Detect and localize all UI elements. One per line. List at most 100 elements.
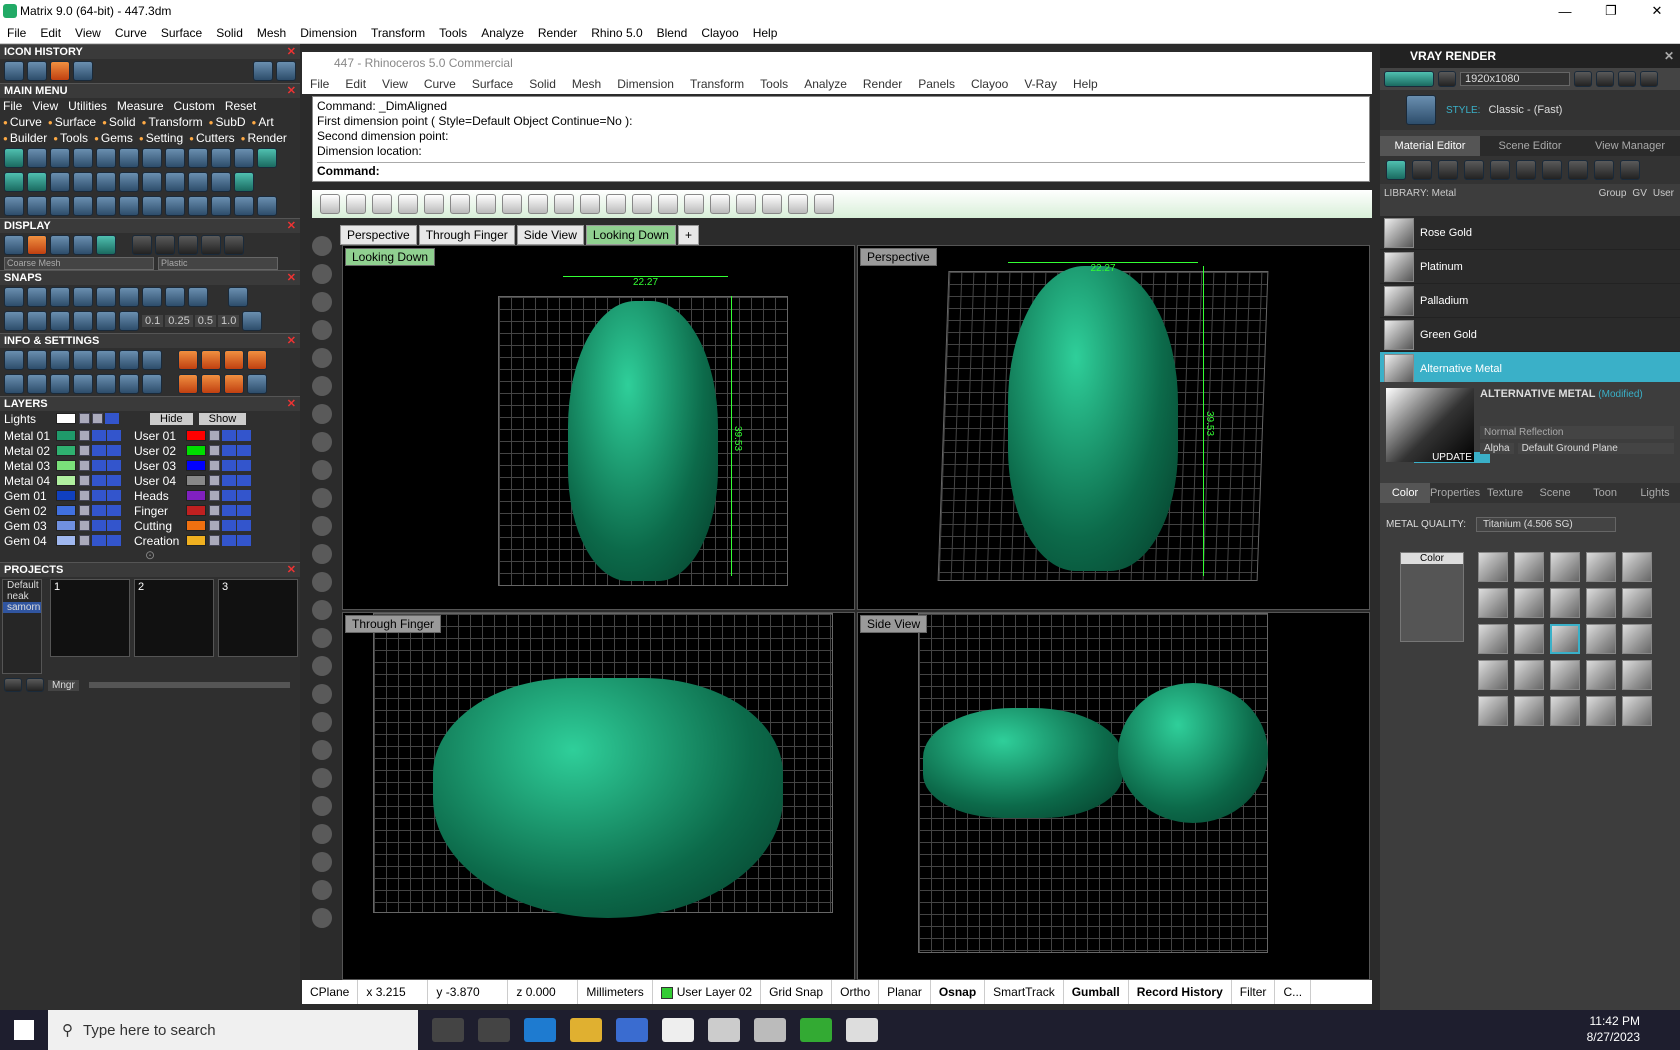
manager-button[interactable]: Mngr — [48, 679, 79, 691]
project-thumbnail[interactable]: 1 — [50, 579, 130, 657]
status-toggle[interactable]: Osnap — [931, 980, 986, 1004]
builder-item-2[interactable]: Solid — [102, 115, 136, 129]
metal-swatch[interactable] — [1622, 660, 1652, 690]
layer-row[interactable]: User 02 — [130, 443, 252, 458]
add-tab-icon[interactable]: + — [677, 225, 699, 245]
print-icon[interactable] — [107, 535, 121, 546]
rhino-icon[interactable] — [754, 1018, 786, 1042]
side-tool-icon[interactable] — [312, 460, 332, 480]
matrix-icon[interactable] — [800, 1018, 832, 1042]
layer-color-swatch[interactable] — [56, 460, 76, 471]
visibility-icon[interactable] — [92, 430, 106, 441]
tool-icon[interactable] — [528, 194, 548, 214]
material-subtab[interactable]: Texture — [1480, 483, 1530, 503]
layer-row[interactable]: Gem 03 — [0, 518, 122, 533]
print-icon[interactable] — [237, 520, 251, 531]
metal-swatch[interactable] — [1514, 696, 1544, 726]
close-icon[interactable]: ✕ — [1664, 44, 1674, 68]
reflection-select[interactable]: Normal Reflection — [1480, 426, 1674, 439]
metal-swatch[interactable] — [1586, 588, 1616, 618]
units-label[interactable]: Millimeters — [578, 980, 653, 1004]
close-icon[interactable]: ✕ — [287, 271, 296, 286]
layer-color-swatch[interactable] — [186, 475, 206, 486]
print-icon[interactable] — [107, 445, 121, 456]
viewport-label[interactable]: Looking Down — [345, 248, 436, 266]
command-history[interactable]: Command: _DimAligned First dimension poin… — [312, 96, 1370, 182]
builder-item-1[interactable]: Surface — [48, 115, 96, 129]
tool-icon[interactable] — [450, 194, 470, 214]
side-tool-icon[interactable] — [312, 236, 332, 256]
main-menu-item-3[interactable]: Measure — [117, 99, 164, 113]
material-subtab[interactable]: Properties — [1430, 483, 1480, 503]
side-tool-icon[interactable] — [312, 768, 332, 788]
layer-name[interactable]: Finger — [130, 504, 186, 518]
snap-value[interactable]: 0.25 — [165, 315, 193, 327]
metal-swatch[interactable] — [1514, 624, 1544, 654]
metal-swatch[interactable] — [1550, 552, 1580, 582]
close-icon[interactable]: ✕ — [287, 563, 296, 578]
layer-name[interactable]: User 04 — [130, 474, 186, 488]
status-toggle[interactable]: Grid Snap — [761, 980, 833, 1004]
rhino-menu-item-13[interactable]: Clayoo — [963, 77, 1016, 91]
layer-color-swatch[interactable] — [56, 505, 76, 516]
resolution-select[interactable]: 1920x1080 — [1460, 72, 1570, 86]
rhino-menu-item-4[interactable]: Surface — [464, 77, 521, 91]
menu-item-9[interactable]: Tools — [432, 26, 474, 40]
metal-swatch[interactable] — [1622, 588, 1652, 618]
menu-item-14[interactable]: Clayoo — [694, 26, 745, 40]
tool-icon[interactable] — [710, 194, 730, 214]
main-menu-item-0[interactable]: File — [3, 99, 22, 113]
metal-swatch[interactable] — [1514, 588, 1544, 618]
layer-color-swatch[interactable] — [56, 490, 76, 501]
photos-icon[interactable] — [846, 1018, 878, 1042]
alpha-toggle[interactable]: Alpha — [1480, 443, 1514, 454]
lock-icon[interactable] — [209, 505, 220, 516]
tool-icon[interactable] — [424, 194, 444, 214]
camera-icon[interactable] — [1438, 71, 1456, 87]
menu-item-6[interactable]: Mesh — [250, 26, 293, 40]
menu-item-0[interactable]: File — [0, 26, 33, 40]
rhino-menu-item-12[interactable]: Panels — [910, 77, 963, 91]
rhino-menu-item-3[interactable]: Curve — [416, 77, 464, 91]
builder-item-2-3[interactable]: Setting — [139, 131, 183, 145]
visibility-icon[interactable] — [92, 460, 106, 471]
metal-swatch[interactable] — [1478, 624, 1508, 654]
side-tool-icon[interactable] — [312, 740, 332, 760]
status-toggle[interactable]: Gumball — [1064, 980, 1129, 1004]
snap-value[interactable]: 0.1 — [142, 315, 164, 327]
metal-swatch[interactable] — [1478, 660, 1508, 690]
metal-swatch[interactable] — [1586, 624, 1616, 654]
rhino-menu-item-8[interactable]: Transform — [682, 77, 752, 91]
side-tool-icon[interactable] — [312, 320, 332, 340]
current-layer[interactable]: User Layer 02 — [653, 980, 762, 1004]
vray-tab[interactable]: Material Editor — [1380, 136, 1480, 156]
add-icon[interactable] — [4, 678, 22, 692]
taskbar-search[interactable]: ⚲ Type here to search — [48, 1010, 418, 1050]
lock-icon[interactable] — [79, 445, 90, 456]
tool-icon[interactable] — [788, 194, 808, 214]
rhino-menu-item-7[interactable]: Dimension — [609, 77, 682, 91]
status-toggle[interactable]: Planar — [879, 980, 931, 1004]
viewport-tab[interactable]: Perspective — [340, 225, 417, 245]
status-toggle[interactable]: Filter — [1232, 980, 1276, 1004]
layer-row[interactable]: Gem 01 — [0, 488, 122, 503]
visibility-icon[interactable] — [222, 430, 236, 441]
layer-color-swatch[interactable] — [56, 520, 76, 531]
display-material-select[interactable]: Plastic — [158, 257, 278, 270]
rhino-menu-item-15[interactable]: Help — [1065, 77, 1106, 91]
layer-name[interactable]: Metal 04 — [0, 474, 56, 488]
layer-color-swatch[interactable] — [186, 505, 206, 516]
menu-item-11[interactable]: Render — [531, 26, 584, 40]
layer-name[interactable]: Heads — [130, 489, 186, 503]
metal-swatch[interactable] — [1514, 552, 1544, 582]
rotate-icon[interactable] — [73, 61, 93, 81]
viewport-perspective[interactable]: 22.27 39.53 Perspective — [857, 245, 1370, 610]
layer-row[interactable]: User 04 — [130, 473, 252, 488]
viewport-label[interactable]: Perspective — [860, 248, 937, 266]
lock-icon[interactable] — [209, 460, 220, 471]
rhino-menu-item-1[interactable]: Edit — [337, 77, 374, 91]
material-subtab[interactable]: Toon — [1580, 483, 1630, 503]
layer-row[interactable]: Heads — [130, 488, 252, 503]
side-tool-icon[interactable] — [312, 432, 332, 452]
side-tool-icon[interactable] — [312, 404, 332, 424]
